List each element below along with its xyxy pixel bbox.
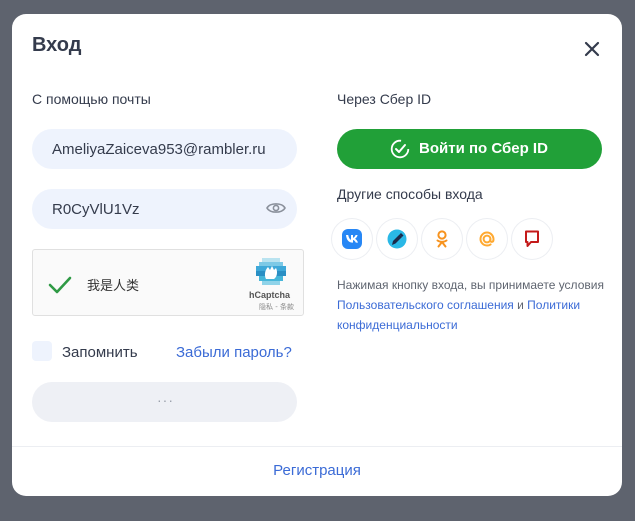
mail-login-button[interactable] <box>467 219 507 259</box>
eye-icon[interactable] <box>266 200 286 216</box>
forgot-password-link[interactable]: Забыли пароль? <box>176 344 292 361</box>
vk-icon <box>342 229 362 249</box>
sber-button-label: Войти по Сбер ID <box>419 140 548 157</box>
footer-divider <box>12 446 622 447</box>
remember-checkbox[interactable] <box>32 341 52 361</box>
register-link[interactable]: Регистрация <box>12 462 622 479</box>
remember-label[interactable]: Запомнить <box>62 344 138 361</box>
ok-login-button[interactable] <box>422 219 462 259</box>
vk-login-button[interactable] <box>332 219 372 259</box>
login-submit-button[interactable]: ··· <box>32 382 297 422</box>
terms-note: Нажимая кнопку входа, вы принимаете усло… <box>337 275 607 335</box>
close-icon[interactable] <box>582 39 602 59</box>
hcaptcha-widget: 我是人类 hCaptcha 隐私 - 条款 <box>32 249 304 316</box>
hcaptcha-logo-icon <box>256 258 286 285</box>
sber-logo-icon <box>390 139 410 159</box>
blue-pen-icon <box>387 229 407 249</box>
email-section-label: С помощью почты <box>32 91 151 107</box>
red-flag-icon <box>525 230 539 247</box>
checkmark-icon[interactable] <box>47 275 73 295</box>
sber-id-login-button[interactable]: Войти по Сбер ID <box>337 129 602 169</box>
flag-login-button[interactable] <box>512 219 552 259</box>
loading-dots: ··· <box>157 392 174 408</box>
user-agreement-link[interactable]: Пользовательского соглашения <box>337 298 514 312</box>
password-field[interactable] <box>32 189 297 229</box>
captcha-legal[interactable]: 隐私 - 条款 <box>259 302 294 312</box>
modal-title: Вход <box>32 34 82 56</box>
mail-at-icon <box>479 231 495 247</box>
sber-section-label: Через Сбер ID <box>337 91 432 107</box>
terms-prefix: Нажимая кнопку входа, вы принимаете усло… <box>337 278 604 292</box>
other-methods-label: Другие способы входа <box>337 186 483 202</box>
odnoklassniki-icon <box>436 230 448 248</box>
captcha-human-label: 我是人类 <box>87 279 140 294</box>
email-field[interactable] <box>32 129 297 169</box>
terms-and: и <box>513 298 528 312</box>
pen-login-button[interactable] <box>377 219 417 259</box>
login-modal: Вход С помощью почты 我是人类 hCaptcha 隐私 - … <box>12 14 622 496</box>
captcha-brand: hCaptcha <box>249 290 291 300</box>
